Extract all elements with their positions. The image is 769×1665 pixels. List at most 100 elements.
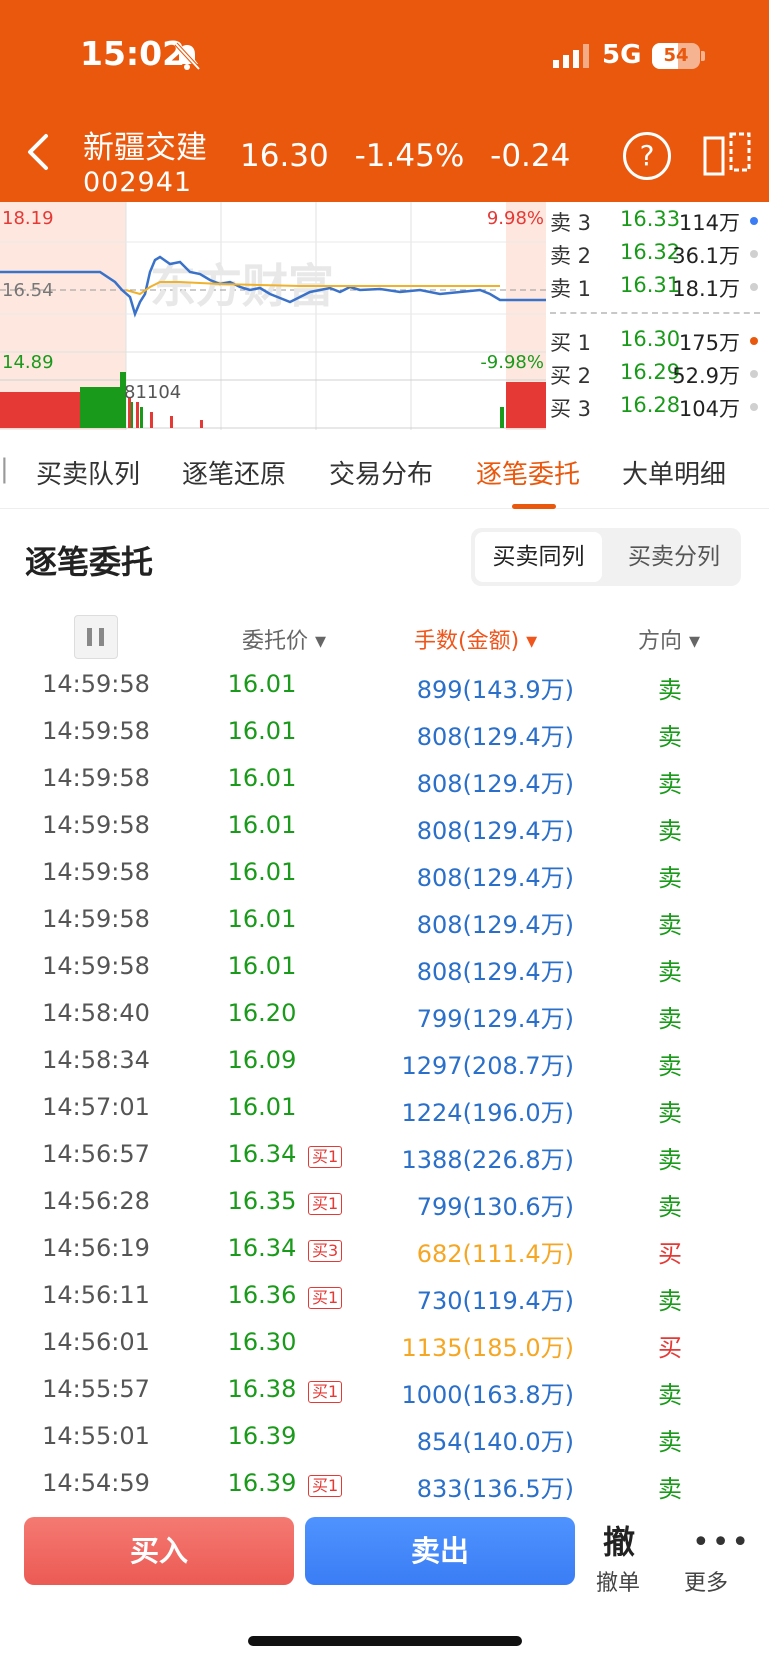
more-label[interactable]: 更多 [684,1565,728,1597]
table-row[interactable]: 14:56:11 16.36 买1 730(119.4万) 卖 [0,1281,769,1328]
active-tab-indicator [512,504,556,509]
table-row[interactable]: 14:59:58 16.01 808(129.4万) 卖 [0,764,769,811]
table-row[interactable]: 14:56:19 16.34 买3 682(111.4万) 买 [0,1234,769,1281]
cancel-order-icon[interactable]: 撤 [603,1517,635,1563]
buy-button[interactable]: 买入 [24,1517,294,1585]
table-row[interactable]: 14:58:40 16.20 799(129.4万) 卖 [0,999,769,1046]
col-header-price[interactable]: 委托价 ▾ [242,623,326,655]
back-arrow-icon[interactable] [26,132,52,172]
table-row[interactable]: 14:55:01 16.39 854(140.0万) 卖 [0,1422,769,1469]
table-row[interactable]: 14:59:58 16.01 808(129.4万) 卖 [0,952,769,999]
tab-tick-restore[interactable]: 逐笔还原 [182,454,286,491]
segment-split-column[interactable]: 买卖分列 [611,532,737,582]
intraday-chart[interactable]: 东方财富 18.19 16.54 14.89 9.98% -9.98% 8110… [0,202,546,430]
ask-3[interactable]: 卖 3 16.33 114万 [550,207,765,235]
battery-level: 54 [663,45,689,66]
order-direction: 卖 [658,958,682,986]
order-amount: 808(129.4万) [416,958,574,986]
order-direction: 卖 [658,1193,682,1221]
order-price: 16.38 [227,1375,297,1403]
pause-button[interactable] [74,615,118,659]
change-amount: -0.24 [490,138,571,174]
order-direction: 买 [658,1240,682,1268]
order-amount: 1224(196.0万) [401,1099,574,1127]
tab-partial[interactable]: | [0,454,9,484]
order-price: 16.01 [227,670,297,698]
tab-queue[interactable]: 买卖队列 [36,454,140,491]
chart-pre-close: 16.54 [2,280,54,301]
order-direction: 卖 [658,1287,682,1315]
order-direction: 卖 [658,770,682,798]
switch-stock-icon[interactable] [703,132,751,178]
tab-tick-orders[interactable]: 逐笔委托 [476,454,580,491]
order-time: 14:56:57 [42,1140,150,1168]
layout-segmented-control: 买卖同列 买卖分列 [471,528,741,586]
table-row[interactable]: 14:58:34 16.09 1297(208.7万) 卖 [0,1046,769,1093]
home-indicator[interactable] [248,1636,522,1646]
order-price: 16.01 [227,811,297,839]
order-direction: 卖 [658,911,682,939]
bid-3[interactable]: 买 3 16.28 104万 [550,393,765,421]
order-amount: 730(119.4万) [416,1287,574,1315]
table-row[interactable]: 14:56:28 16.35 买1 799(130.6万) 卖 [0,1187,769,1234]
table-row[interactable]: 14:59:58 16.01 808(129.4万) 卖 [0,905,769,952]
order-direction: 卖 [658,817,682,845]
table-row[interactable]: 14:56:01 16.30 1135(185.0万) 买 [0,1328,769,1375]
table-row[interactable]: 14:59:58 16.01 808(129.4万) 卖 [0,717,769,764]
order-direction: 卖 [658,1381,682,1409]
order-amount: 682(111.4万) [416,1240,574,1268]
order-time: 14:59:58 [42,811,150,839]
order-amount: 799(130.6万) [416,1193,574,1221]
queue-tag: 买1 [308,1381,343,1403]
tab-distribution[interactable]: 交易分布 [329,454,433,491]
order-price: 16.01 [227,1093,297,1121]
last-price: 16.30 [240,138,329,174]
col-header-amount[interactable]: 手数(金额) ▾ [414,623,537,655]
order-price: 16.20 [227,999,297,1027]
order-direction: 卖 [658,1099,682,1127]
bid-2[interactable]: 买 2 16.29 52.9万 [550,360,765,388]
order-direction: 卖 [658,1146,682,1174]
order-direction: 买 [658,1334,682,1362]
order-price: 16.01 [227,905,297,933]
order-price: 16.09 [227,1046,297,1074]
ask-2[interactable]: 卖 2 16.32 36.1万 [550,240,765,268]
order-amount: 1135(185.0万) [401,1334,574,1362]
detail-tabs: | 买卖队列 逐笔还原 交易分布 逐笔委托 大单明细 [0,430,769,509]
table-row[interactable]: 14:59:58 16.01 899(143.9万) 卖 [0,670,769,717]
help-icon[interactable]: ? [623,132,671,180]
cancel-order-label[interactable]: 撤单 [596,1565,640,1597]
segment-same-column[interactable]: 买卖同列 [475,532,602,582]
chart-volume-label: 81104 [124,382,181,403]
tab-large-orders[interactable]: 大单明细 [622,454,726,491]
chart-max-price: 18.19 [2,208,54,229]
order-time: 14:55:57 [42,1375,150,1403]
col-header-direction[interactable]: 方向 ▾ [638,623,700,655]
order-time: 14:56:01 [42,1328,150,1356]
order-time: 14:58:40 [42,999,150,1027]
order-price: 16.36 [227,1281,297,1309]
more-icon[interactable]: ••• [692,1525,751,1560]
app-header: 15:02 5G 54 新疆交建 002941 16.30 -1.45% -0.… [0,0,769,202]
queue-tag: 买3 [308,1240,343,1262]
order-price: 16.01 [227,717,297,745]
order-price: 16.34 [227,1140,297,1168]
order-price: 16.35 [227,1187,297,1215]
order-price: 16.30 [227,1328,297,1356]
order-price: 16.39 [227,1469,297,1497]
quote-line: 16.30 -1.45% -0.24 [240,138,586,174]
table-row[interactable]: 14:59:58 16.01 808(129.4万) 卖 [0,811,769,858]
signal-icon [553,44,589,68]
order-amount: 1000(163.8万) [401,1381,574,1409]
table-row[interactable]: 14:59:58 16.01 808(129.4万) 卖 [0,858,769,905]
intraday-chart-panel[interactable]: 东方财富 18.19 16.54 14.89 9.98% -9.98% 8110… [0,202,769,430]
table-row[interactable]: 14:57:01 16.01 1224(196.0万) 卖 [0,1093,769,1140]
ask-1[interactable]: 卖 1 16.31 18.1万 [550,273,765,301]
table-row[interactable]: 14:56:57 16.34 买1 1388(226.8万) 卖 [0,1140,769,1187]
queue-tag: 买1 [308,1475,343,1497]
order-direction: 卖 [658,676,682,704]
order-time: 14:59:58 [42,717,150,745]
sell-button[interactable]: 卖出 [305,1517,575,1585]
table-row[interactable]: 14:55:57 16.38 买1 1000(163.8万) 卖 [0,1375,769,1422]
bid-1[interactable]: 买 1 16.30 175万 [550,327,765,355]
